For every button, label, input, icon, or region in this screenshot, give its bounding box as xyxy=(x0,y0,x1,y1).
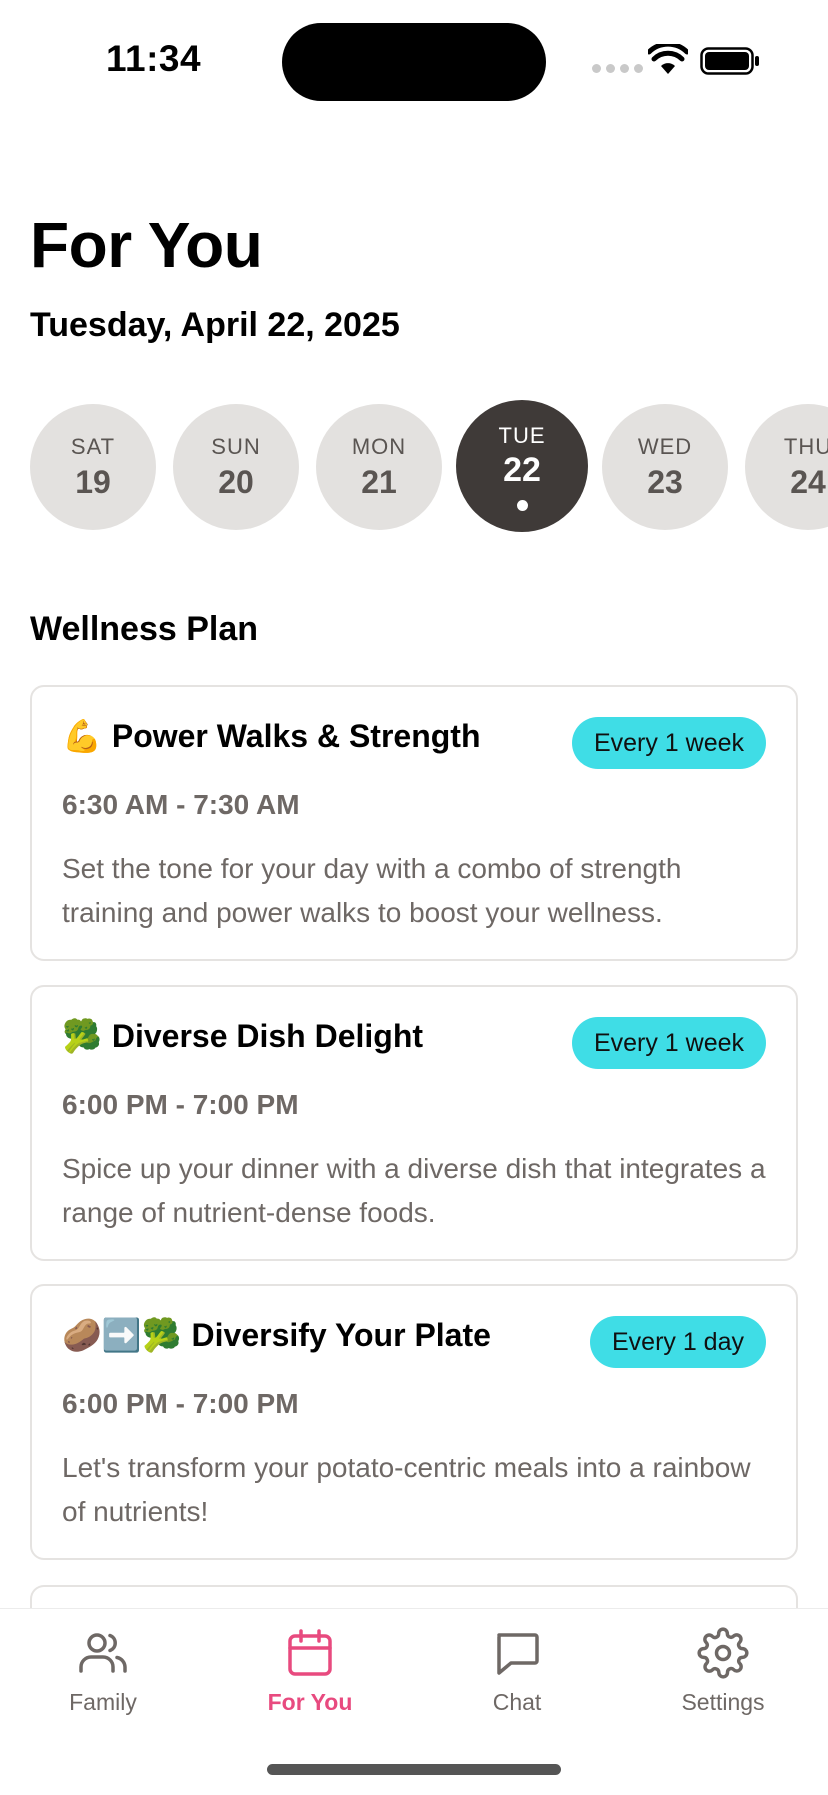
flexed-biceps-icon: 💪 xyxy=(62,718,102,754)
frequency-badge: Every 1 week xyxy=(571,717,766,769)
tab-chat[interactable]: Chat xyxy=(427,1627,607,1716)
day-of-week: WED xyxy=(637,433,693,459)
tab-label: Chat xyxy=(492,1689,542,1715)
day-selector: SAT 19 SUN 20 MON 21 TUE 22 WED 23 THU 2… xyxy=(0,398,828,538)
card-title: 🥔➡️🥦 Diversify Your Plate xyxy=(62,1316,491,1354)
day-number: 24 xyxy=(790,463,826,500)
card-title: 💪 Power Walks & Strength xyxy=(62,717,481,755)
tab-label: Settings xyxy=(681,1689,765,1715)
tab-settings[interactable]: Settings xyxy=(633,1627,813,1716)
day-sun-20[interactable]: SUN 20 xyxy=(173,404,299,530)
tab-label: Family xyxy=(69,1689,137,1715)
plan-card-diverse-dish[interactable]: 🥦 Diverse Dish Delight Every 1 week 6:00… xyxy=(30,985,798,1261)
section-title: Wellness Plan xyxy=(30,610,259,648)
card-title-text: Power Walks & Strength xyxy=(111,717,481,754)
today-indicator-dot xyxy=(516,500,528,511)
day-number: 21 xyxy=(361,463,397,500)
card-time: 6:00 PM - 7:00 PM xyxy=(62,1388,299,1419)
card-title-text: Diversify Your Plate xyxy=(191,1316,491,1353)
day-number: 19 xyxy=(75,463,111,500)
day-thu-24[interactable]: THU 24 xyxy=(745,404,828,530)
frequency-badge: Every 1 week xyxy=(571,1017,766,1069)
plan-card-diversify-plate[interactable]: 🥔➡️🥦 Diversify Your Plate Every 1 day 6:… xyxy=(30,1284,798,1560)
battery-icon xyxy=(700,47,759,75)
day-number: 20 xyxy=(218,463,254,500)
day-of-week: THU xyxy=(783,433,828,459)
card-description: Let's transform your potato-centric meal… xyxy=(62,1452,751,1527)
for-you-screen: 11:34 For You Tuesday, April 22, 2025 SA… xyxy=(0,0,828,1795)
day-sat-19[interactable]: SAT 19 xyxy=(30,404,156,530)
day-number: 22 xyxy=(503,451,541,489)
users-icon xyxy=(79,1633,127,1673)
potato-to-broccoli-icon: 🥔➡️🥦 xyxy=(62,1317,182,1353)
wifi-icon xyxy=(648,44,688,74)
day-mon-21[interactable]: MON 21 xyxy=(316,404,442,530)
broccoli-icon: 🥦 xyxy=(62,1018,102,1054)
card-time: 6:30 AM - 7:30 AM xyxy=(62,789,300,820)
home-indicator[interactable] xyxy=(267,1764,561,1775)
day-wed-23[interactable]: WED 23 xyxy=(602,404,728,530)
day-of-week: MON xyxy=(351,433,407,459)
day-of-week: SUN xyxy=(211,433,261,459)
tab-for-you[interactable]: For You xyxy=(220,1627,400,1716)
status-bar: 11:34 xyxy=(0,0,828,120)
frequency-badge: Every 1 day xyxy=(589,1316,766,1368)
current-date: Tuesday, April 22, 2025 xyxy=(30,306,400,344)
day-number: 23 xyxy=(647,463,683,500)
tab-label: For You xyxy=(267,1689,353,1715)
chat-bubble-icon xyxy=(497,1633,539,1675)
card-title: 🥦 Diverse Dish Delight xyxy=(62,1017,423,1055)
day-of-week: SAT xyxy=(70,433,116,459)
card-description: Spice up your dinner with a diverse dish… xyxy=(62,1153,766,1228)
card-description: Set the tone for your day with a combo o… xyxy=(62,853,682,928)
tab-family[interactable]: Family xyxy=(13,1627,193,1716)
dynamic-island xyxy=(282,23,546,101)
card-title-text: Diverse Dish Delight xyxy=(111,1017,424,1054)
calendar-icon xyxy=(288,1629,332,1676)
day-of-week: TUE xyxy=(498,423,546,448)
plan-card-power-walks[interactable]: 💪 Power Walks & Strength Every 1 week 6:… xyxy=(30,685,798,961)
card-time: 6:00 PM - 7:00 PM xyxy=(62,1089,299,1120)
gear-icon xyxy=(697,1627,749,1679)
day-tue-22-selected[interactable]: TUE 22 xyxy=(456,400,588,532)
page-title: For You xyxy=(30,209,263,281)
status-time: 11:34 xyxy=(106,38,202,79)
cellular-signal-icon xyxy=(592,64,643,73)
